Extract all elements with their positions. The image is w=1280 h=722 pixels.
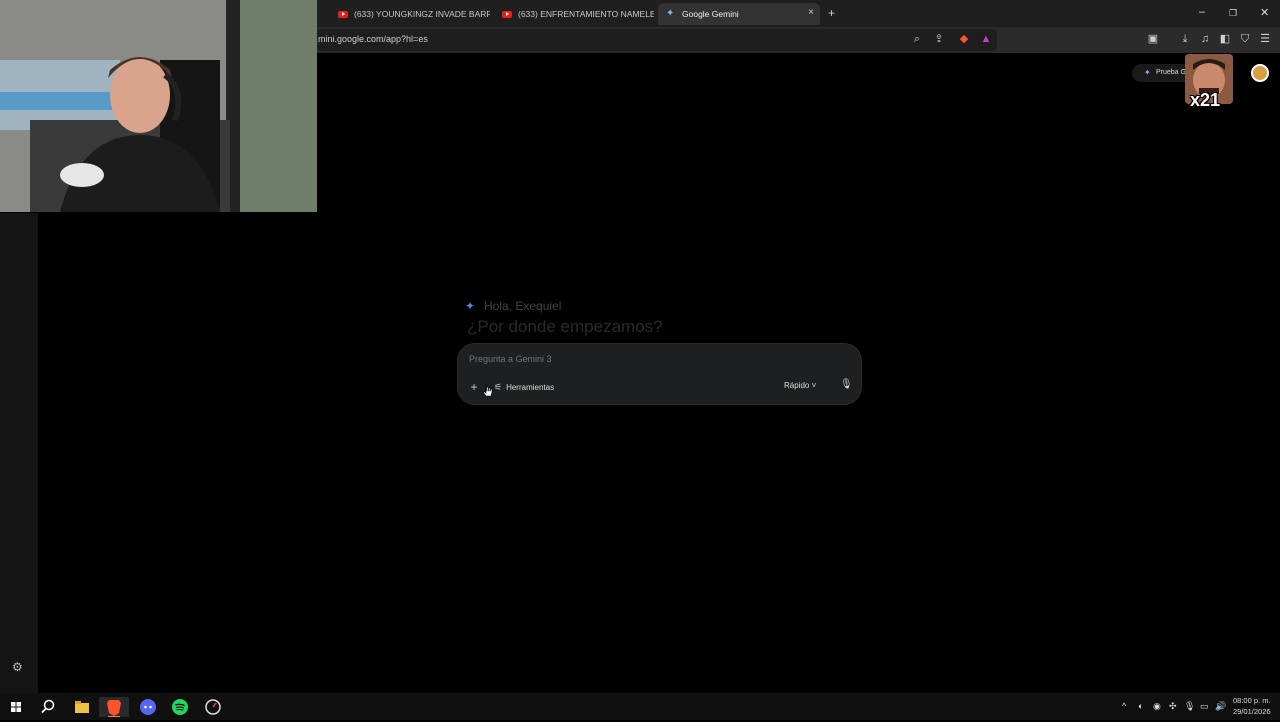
add-attachment-button[interactable]: + (467, 380, 481, 394)
share-icon[interactable]: ⇪ (932, 32, 946, 46)
close-tab-icon[interactable]: × (808, 7, 814, 18)
prompt-input[interactable] (469, 354, 769, 364)
tab-youtube-2[interactable]: (633) ENFRENTAMIENTO NAMELEZ V (494, 3, 654, 25)
tab-gemini[interactable]: ✦ Google Gemini × (658, 3, 820, 25)
mouse-cursor-icon (483, 384, 493, 397)
greeting-question: ¿Por donde empezamos? (467, 317, 663, 336)
emote-count: x21 (1190, 90, 1221, 110)
tools-icon: ⚟ (494, 381, 503, 392)
brave-rewards-icon[interactable]: ▲ (979, 32, 993, 46)
youtube-icon (502, 10, 512, 18)
taskbar (0, 693, 1280, 720)
microphone-tray-icon[interactable]: 🎙 (1184, 701, 1195, 712)
try-gemini-button[interactable]: Prueba G (1132, 64, 1192, 82)
steam-icon[interactable]: ◉ (1153, 701, 1161, 712)
mode-selector[interactable]: Rápido ˅ (784, 381, 816, 390)
vpn-icon[interactable]: ⛉ (1238, 32, 1252, 46)
chevron-down-icon: ˅ (811, 381, 817, 390)
menu-icon[interactable]: ☰ (1258, 32, 1272, 46)
tab-label: (633) YOUNGKINGZ INVADE BARRIO (354, 9, 490, 19)
network-icon[interactable]: ▭ (1200, 701, 1209, 712)
search-icon[interactable] (38, 697, 58, 717)
webcam-overlay (0, 0, 317, 212)
discord-icon[interactable] (138, 697, 158, 717)
gemini-sidebar (0, 213, 38, 693)
downloads-icon[interactable]: ⤓ (1178, 32, 1192, 46)
media-icon[interactable]: ♫ (1198, 32, 1212, 46)
tab-search-icon[interactable]: ▣ (1146, 32, 1160, 46)
gemini-icon: ✦ (666, 8, 675, 19)
tools-label: Herramientas (506, 382, 555, 392)
sidebar-icon[interactable]: ◧ (1218, 32, 1232, 46)
volume-icon[interactable]: 🔊 (1215, 701, 1226, 712)
url-text: mini.google.com/app?hl=es (318, 34, 428, 44)
tray-overflow-icon[interactable]: ^ (1122, 701, 1126, 711)
app-gauge-icon[interactable] (203, 697, 223, 717)
tab-youtube-1[interactable]: (633) YOUNGKINGZ INVADE BARRIO (330, 3, 490, 25)
greeting: Hola, Exequiel (484, 299, 562, 313)
tray-network-app-icon[interactable]: ✣ (1169, 701, 1177, 712)
windows-start-icon[interactable] (6, 697, 26, 717)
mode-label: Rápido (784, 381, 810, 390)
clock-date[interactable]: 29/01/2026 (1233, 707, 1271, 716)
account-avatar[interactable] (1251, 64, 1269, 82)
file-explorer-icon[interactable] (72, 697, 92, 717)
restore-icon[interactable]: ❐ (1229, 8, 1237, 19)
webcam-image (0, 0, 317, 212)
tab-label: (633) ENFRENTAMIENTO NAMELEZ V (518, 9, 654, 19)
brave-shields-icon[interactable]: ◆ (957, 32, 971, 46)
microphone-icon[interactable]: 🎙 (840, 379, 853, 390)
tools-button[interactable]: ⚟ Herramientas (494, 381, 554, 393)
new-tab-button[interactable]: + (828, 6, 835, 20)
gemini-sparkle-icon: ✦ (465, 299, 476, 313)
tray-app-icon[interactable]: ◐ (1138, 701, 1143, 711)
settings-icon[interactable]: ⚙ (12, 660, 23, 674)
clock-time[interactable]: 08:00 p. m. (1233, 696, 1271, 705)
window-close-icon[interactable]: ✕ (1260, 6, 1269, 19)
brave-browser-icon[interactable] (99, 697, 129, 717)
spotify-icon[interactable] (170, 697, 190, 717)
minimize-icon[interactable]: – (1199, 6, 1205, 18)
prompt-box (457, 343, 862, 405)
zoom-icon[interactable]: ⌕ (910, 32, 924, 46)
tab-label: Google Gemini (682, 9, 739, 19)
sparkle-icon: ✦ (1144, 68, 1151, 77)
youtube-icon (338, 10, 348, 18)
